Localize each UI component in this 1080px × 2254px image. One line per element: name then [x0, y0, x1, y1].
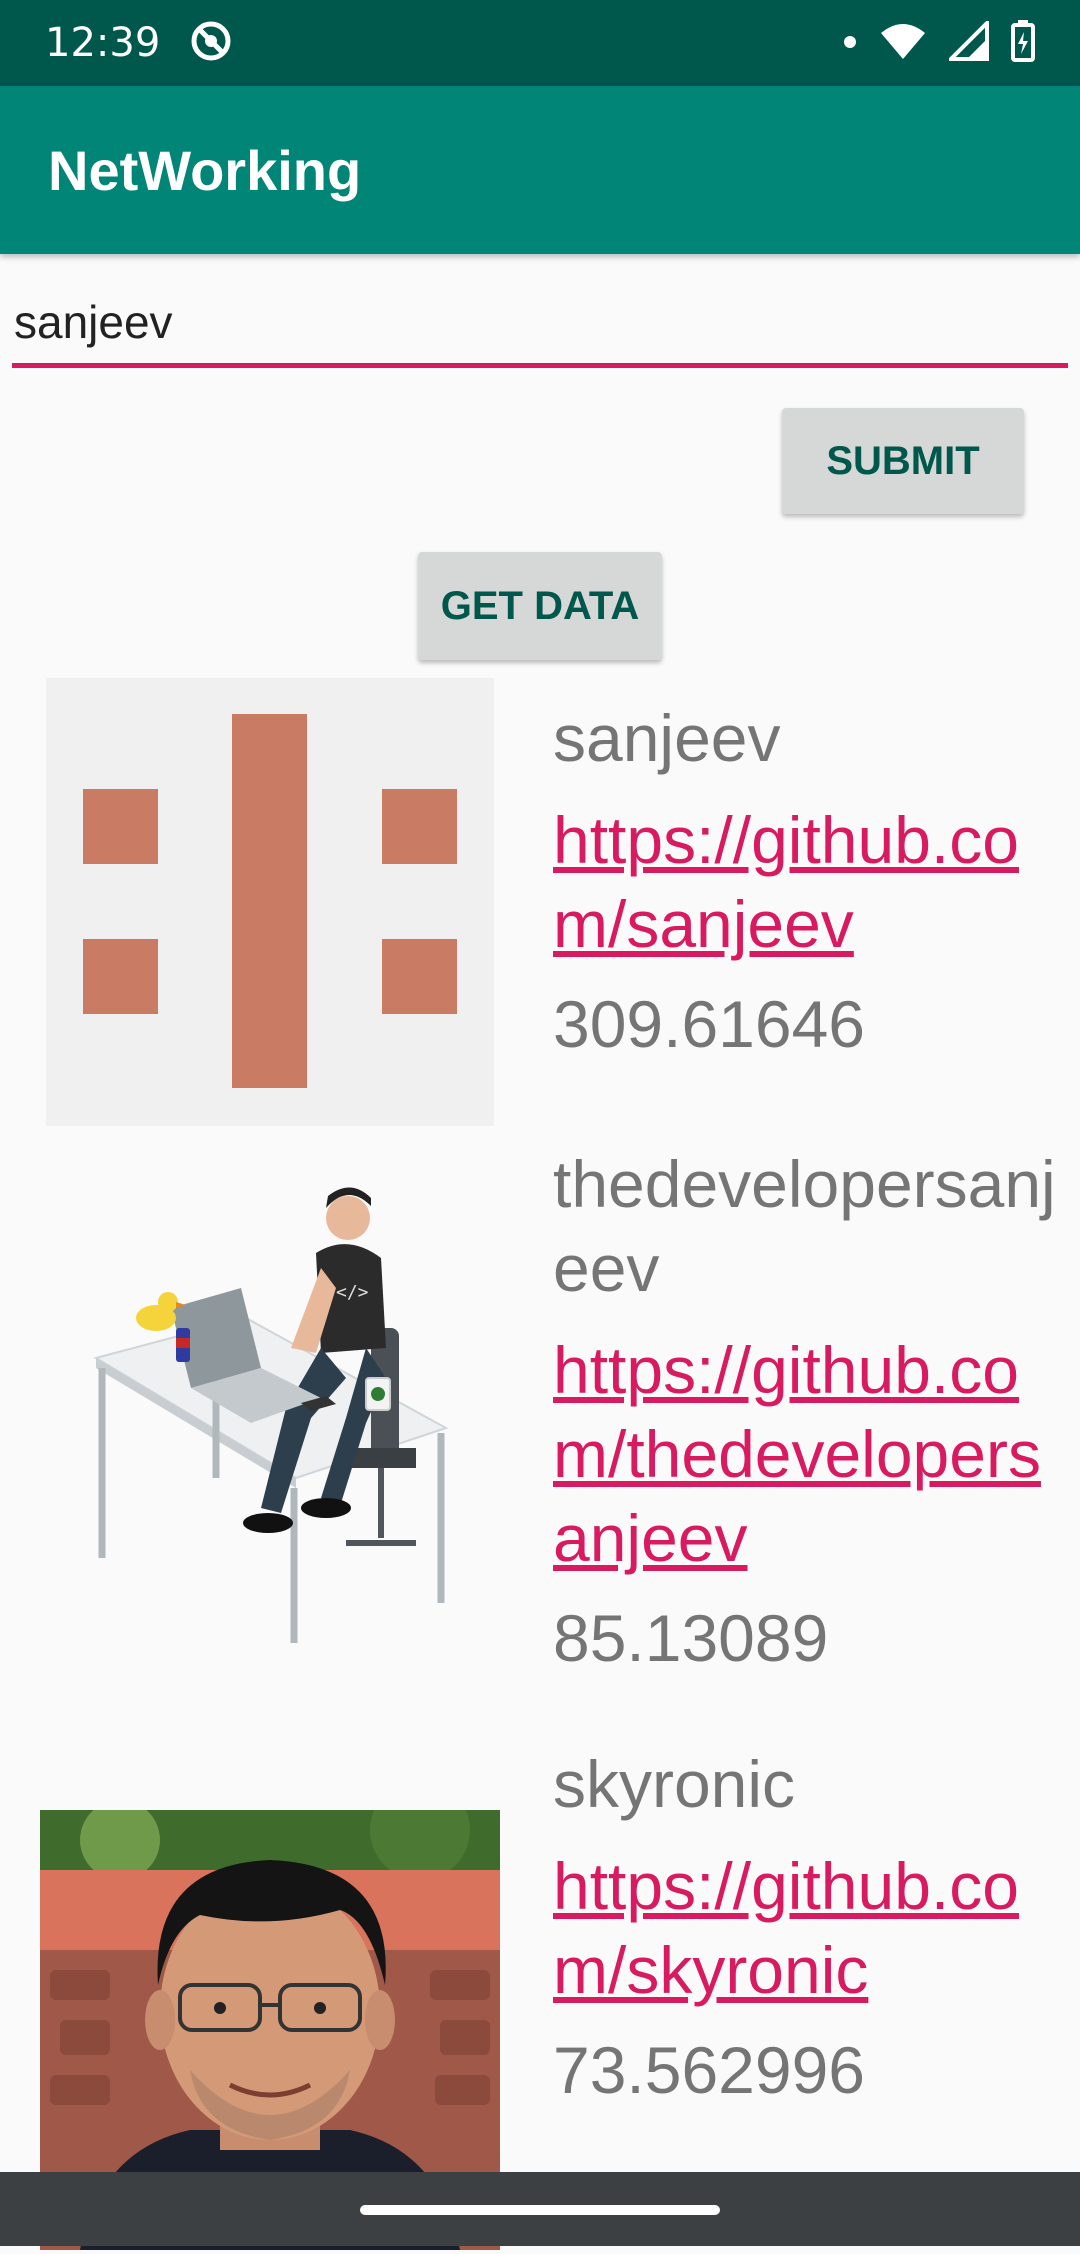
submit-button[interactable]: SUBMIT: [782, 408, 1024, 514]
wifi-icon: [879, 21, 927, 65]
home-gesture-handle[interactable]: [360, 2205, 720, 2215]
result-url-link[interactable]: https://github.com/thedevelopersanjeev: [553, 1328, 1073, 1580]
result-url-link[interactable]: https://github.com/skyronic: [553, 1844, 1073, 2012]
result-score: 85.13089: [553, 1601, 829, 1675]
result-name: sanjeev: [553, 701, 781, 775]
result-name: skyronic: [553, 1747, 796, 1821]
battery-icon: [1011, 20, 1035, 66]
notification-dot-icon: [843, 34, 857, 53]
get-data-button[interactable]: GET DATA: [418, 552, 662, 660]
result-score: 309.61646: [553, 987, 865, 1061]
navigation-bar: [0, 2172, 1080, 2246]
status-bar: 12:39: [0, 0, 1080, 86]
search-field-container: [12, 282, 1068, 368]
avatar: </>: [46, 1178, 494, 1652]
result-score: 73.562996: [553, 2033, 865, 2107]
svg-text:</>: </>: [336, 1282, 369, 1303]
app-title: NetWorking: [48, 138, 362, 202]
search-input[interactable]: [12, 282, 1068, 362]
result-name: thedevelopersanjeev: [553, 1147, 1056, 1305]
cell-signal-icon: [946, 18, 989, 65]
avatar: [46, 678, 494, 1130]
app-bar: NetWorking: [0, 86, 1080, 254]
do-not-disturb-icon: [190, 20, 232, 66]
status-time: 12:39: [45, 20, 161, 66]
result-url-link[interactable]: https://github.com/sanjeev: [553, 798, 1073, 966]
